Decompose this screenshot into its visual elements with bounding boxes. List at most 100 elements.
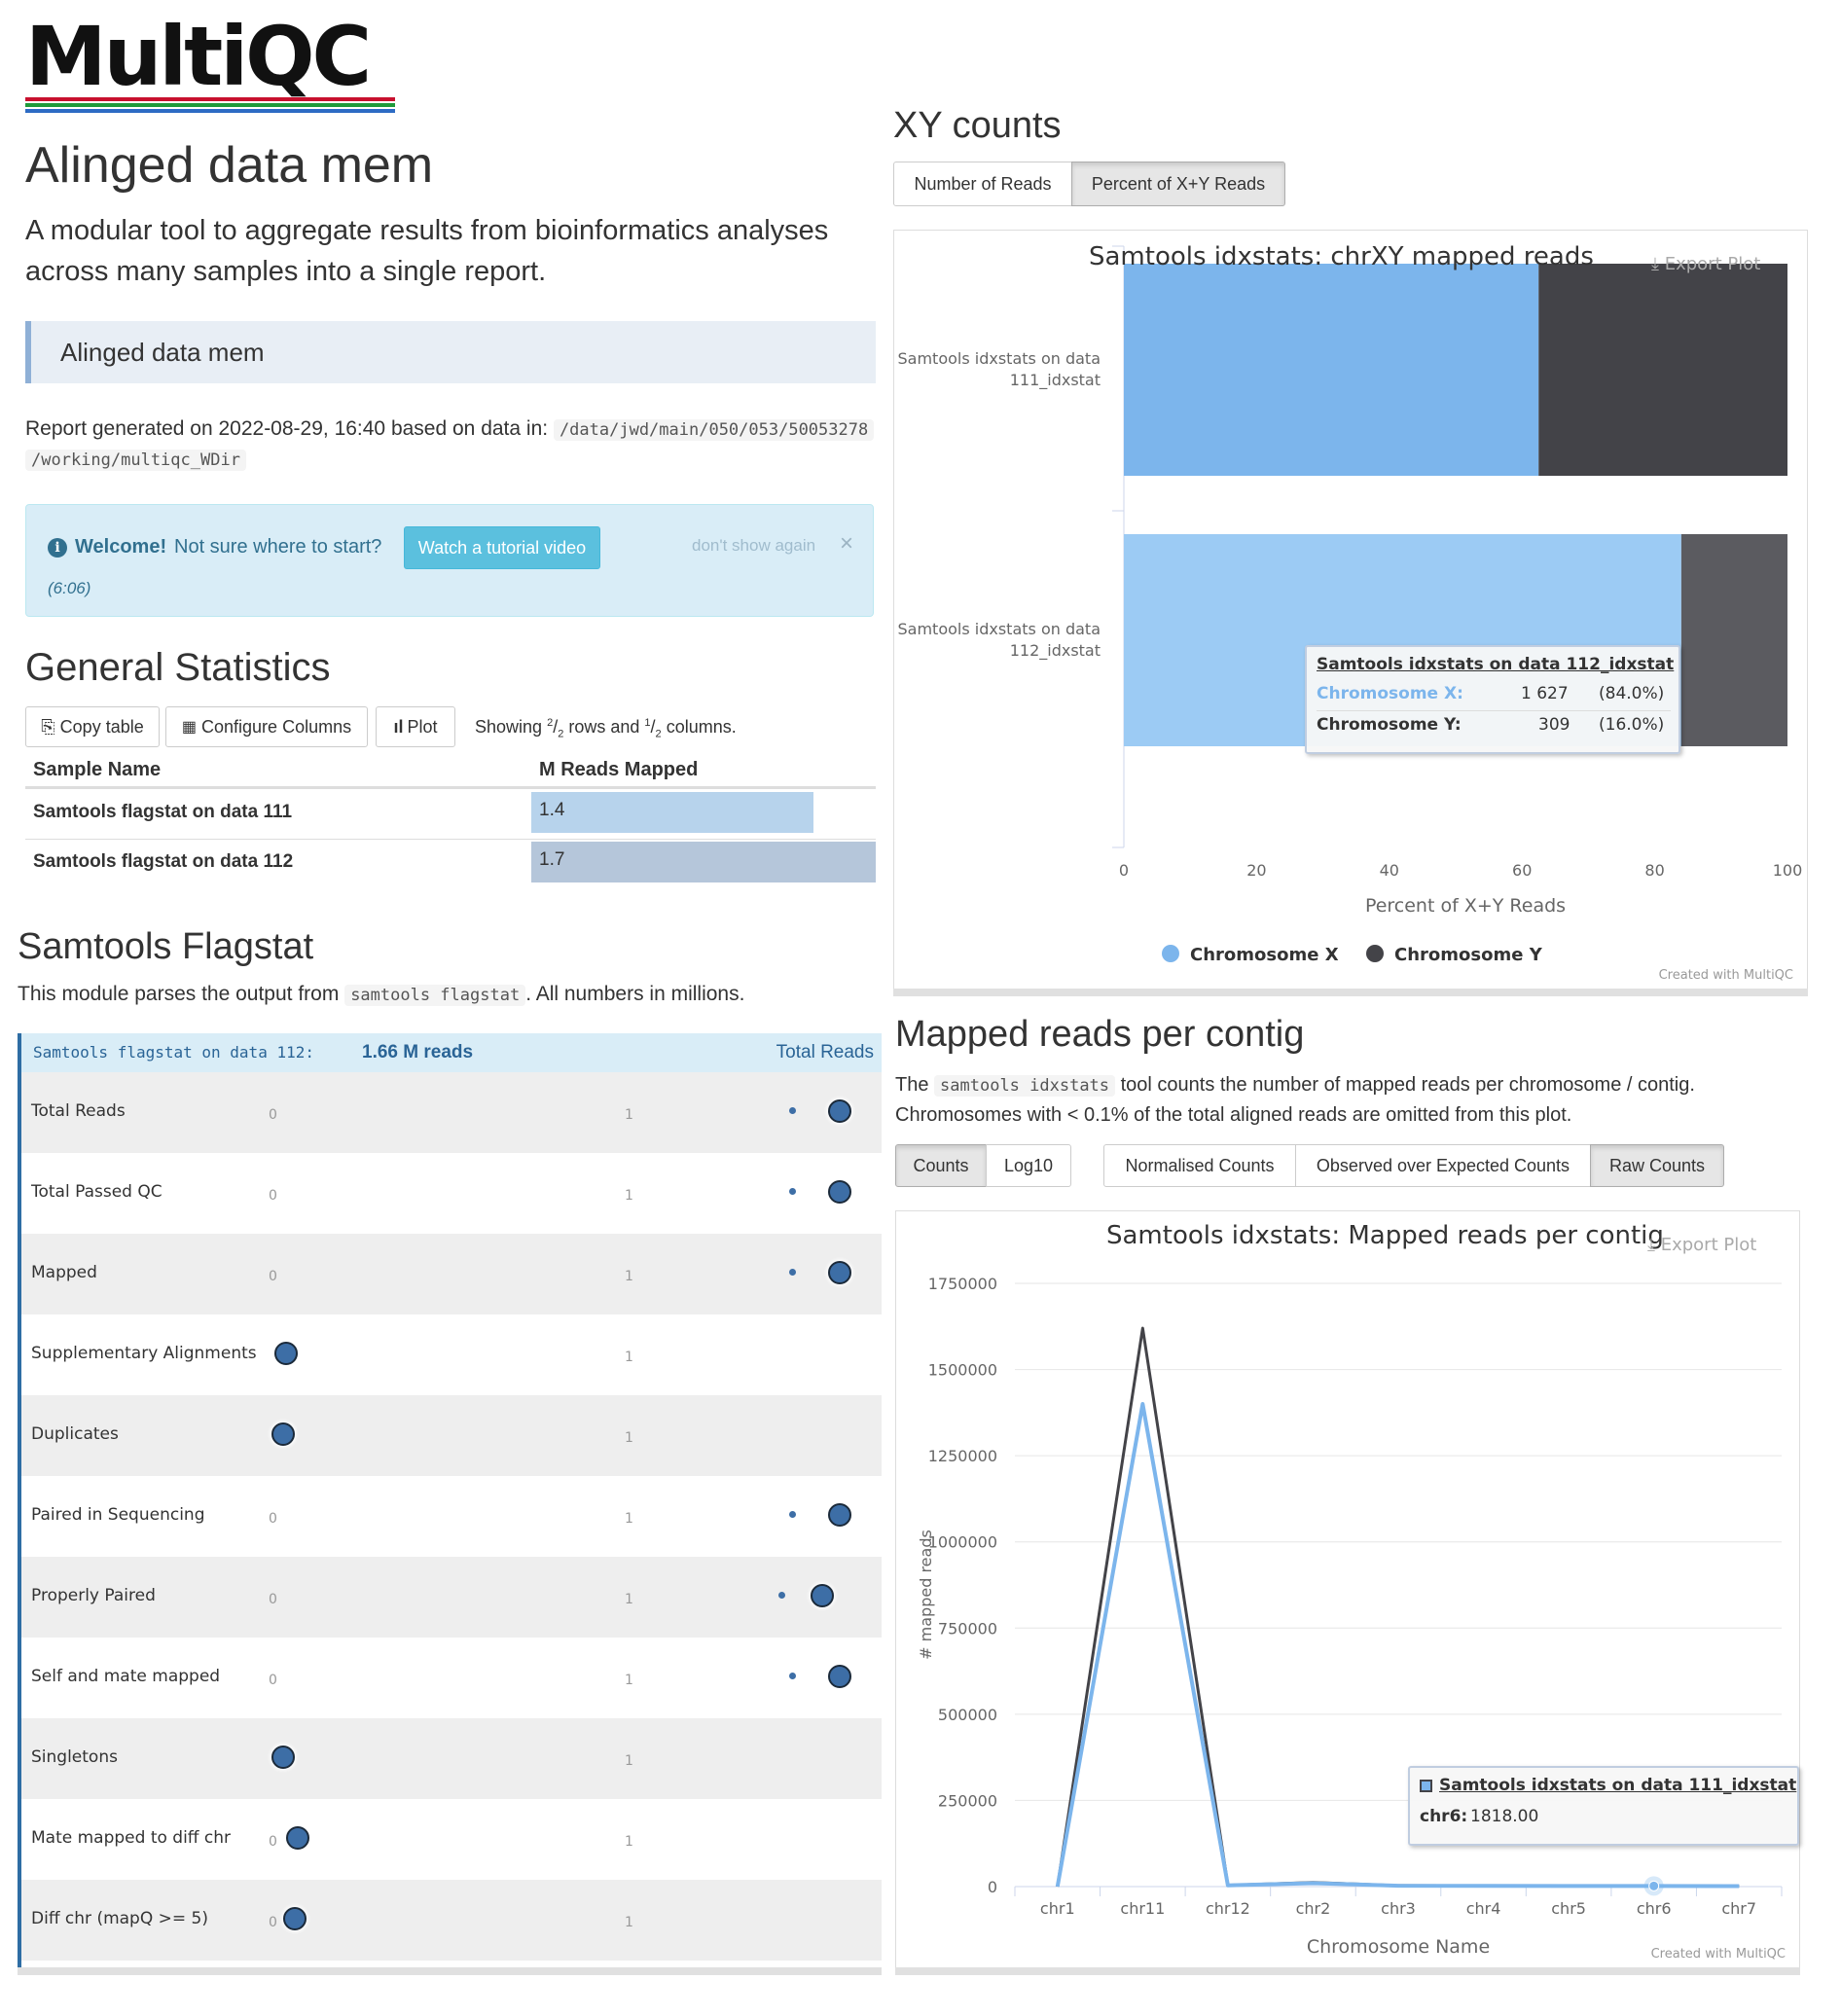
tab-number-of-reads[interactable]: Number of Reads [893,162,1072,206]
sample-point-small[interactable] [789,1106,797,1114]
close-icon[interactable]: × [840,530,853,558]
beeswarm-row[interactable]: Total Reads 0 1 [21,1072,882,1153]
sample-point-highlighted[interactable] [811,1583,835,1607]
beeswarm-row[interactable]: Paired in Sequencing 0 1 [21,1476,882,1557]
tooltip-label-y: Chromosome Y: [1317,715,1462,735]
copy-table-button[interactable]: ⎘ Copy table [25,706,160,747]
sample-point-highlighted[interactable] [282,1906,307,1930]
legend-marker[interactable] [1162,945,1179,962]
y-tick-label: 1250000 [928,1447,997,1465]
sample-point-small[interactable] [789,1510,797,1518]
category-label: Samtools idxstats on data [898,349,1101,368]
flagstat-desc-pre: This module parses the output from [18,983,340,1005]
beeswarm-resize-handle[interactable] [18,1967,882,1975]
axis-tick-1: 1 [625,1592,633,1607]
metric-label: Properly Paired [31,1586,156,1605]
info-icon: i [48,538,67,558]
y-tick-label: 1500000 [928,1361,997,1380]
table-row: Samtools flagstat on data 111 1.4 [25,790,876,837]
beeswarm-row[interactable]: Diff chr (mapQ >= 5) 0 1 [21,1880,882,1961]
m-reads-mapped-value: 1.7 [539,849,565,870]
metric-label: Diff chr (mapQ >= 5) [31,1909,208,1928]
contig-desc-pre: The [895,1074,929,1096]
x-tick-label: chr11 [1120,1899,1165,1918]
dont-show-again-link[interactable]: don't show again [692,536,815,556]
sample-point-highlighted[interactable] [271,1422,295,1446]
beeswarm-row[interactable]: Supplementary Alignments 1 [21,1314,882,1395]
sample-point-small[interactable] [789,1187,797,1195]
sample-name: Samtools flagstat on data 111 [33,802,293,822]
y-tick-label: 0 [988,1878,997,1896]
sample-point-highlighted[interactable] [828,1179,852,1204]
legend-item[interactable]: Chromosome X [1190,945,1339,965]
tab-percent-xy-reads[interactable]: Percent of X+Y Reads [1071,162,1285,206]
beeswarm-row[interactable]: Self and mate mapped 0 1 [21,1638,882,1718]
btn-observed-over-expected[interactable]: Observed over Expected Counts [1295,1144,1591,1187]
x-tick-label: chr4 [1466,1899,1501,1918]
column-header-m-reads-mapped[interactable]: M Reads Mapped [539,759,698,781]
tutorial-video-button[interactable]: Watch a tutorial video [404,526,600,569]
metric-label: Supplementary Alignments [31,1344,257,1363]
y-axis-title: # mapped reads [917,1530,935,1660]
sample-point-highlighted[interactable] [273,1341,298,1365]
xy-export-plot-button[interactable]: ⤓ Export Plot [1651,254,1760,274]
legend-item[interactable]: Chromosome Y [1394,945,1543,965]
btn-counts[interactable]: Counts [895,1144,987,1187]
bar-segment[interactable] [1124,264,1539,476]
x-axis-title: Percent of X+Y Reads [1365,895,1566,917]
metric-label: Mapped [31,1263,97,1282]
beeswarm-header-value: 1.66 M reads [362,1042,474,1062]
beeswarm-row[interactable]: Singletons 1 [21,1718,882,1799]
value-bar [531,842,876,882]
sample-point-highlighted[interactable] [828,1098,852,1123]
report-comment: Alinged data mem [25,321,876,383]
hover-point[interactable] [1648,1880,1660,1891]
x-tick-label: 0 [1119,861,1129,880]
plot-button[interactable]: ıl Plot [376,706,455,747]
general-stats-table: Sample Name M Reads Mapped Samtools flag… [25,755,876,882]
y-tick-label: 750000 [938,1619,997,1638]
btn-raw-counts[interactable]: Raw Counts [1590,1144,1724,1187]
y-tick-label: 1750000 [928,1275,997,1293]
beeswarm-row[interactable]: Duplicates 1 [21,1395,882,1476]
bar-segment[interactable] [1538,264,1787,476]
welcome-alert: i Welcome! Not sure where to start? Watc… [25,504,874,617]
contig-resize-handle[interactable] [895,1967,1800,1975]
legend-marker[interactable] [1366,945,1384,962]
contig-desc-code: samtools idxstats [934,1075,1116,1097]
x-tick-label: 80 [1644,861,1664,880]
multiqc-logo[interactable]: MultiQC [25,10,395,117]
btn-normalised-counts[interactable]: Normalised Counts [1103,1144,1296,1187]
welcome-strong: Welcome! [75,536,167,558]
x-tick-label: chr7 [1721,1899,1756,1918]
sample-point-highlighted[interactable] [828,1502,852,1527]
contig-export-plot-button[interactable]: ⤓ Export Plot [1647,1235,1756,1255]
configure-columns-button[interactable]: ▦ Configure Columns [165,706,368,747]
bar-chart-icon: ıl [393,716,404,737]
xy-credit: Created with MultiQC [1658,968,1793,983]
btn-log10[interactable]: Log10 [986,1144,1071,1187]
xy-plot-title: Samtools idxstats: chrXY mapped reads [1089,242,1594,271]
beeswarm-row[interactable]: Total Passed QC 0 1 [21,1153,882,1234]
xy-resize-handle[interactable] [893,989,1808,996]
rows-num: 2 [547,717,554,729]
sample-point-highlighted[interactable] [271,1745,295,1769]
axis-tick-1: 1 [625,1511,633,1527]
contig-plot-title: Samtools idxstats: Mapped reads per cont… [1106,1221,1664,1250]
sample-point-small[interactable] [789,1672,797,1679]
beeswarm-row[interactable]: Properly Paired 0 1 [21,1557,882,1638]
sample-point-small[interactable] [777,1591,785,1599]
bar-segment[interactable] [1680,534,1787,746]
metric-label: Paired in Sequencing [31,1505,205,1525]
beeswarm-row[interactable]: Mapped 0 1 [21,1234,882,1314]
x-tick-label: chr1 [1040,1899,1075,1918]
logo-underline [25,109,395,113]
column-header-sample[interactable]: Sample Name [33,759,161,781]
logo-text: MultiQC [25,9,372,104]
sample-point-highlighted[interactable] [828,1260,852,1284]
sample-point-small[interactable] [789,1268,797,1276]
sample-point-highlighted[interactable] [285,1825,309,1850]
beeswarm-row[interactable]: Mate mapped to diff chr 0 1 [21,1799,882,1880]
contig-tooltip-value: 1818.00 [1470,1807,1539,1826]
sample-point-highlighted[interactable] [828,1664,852,1688]
